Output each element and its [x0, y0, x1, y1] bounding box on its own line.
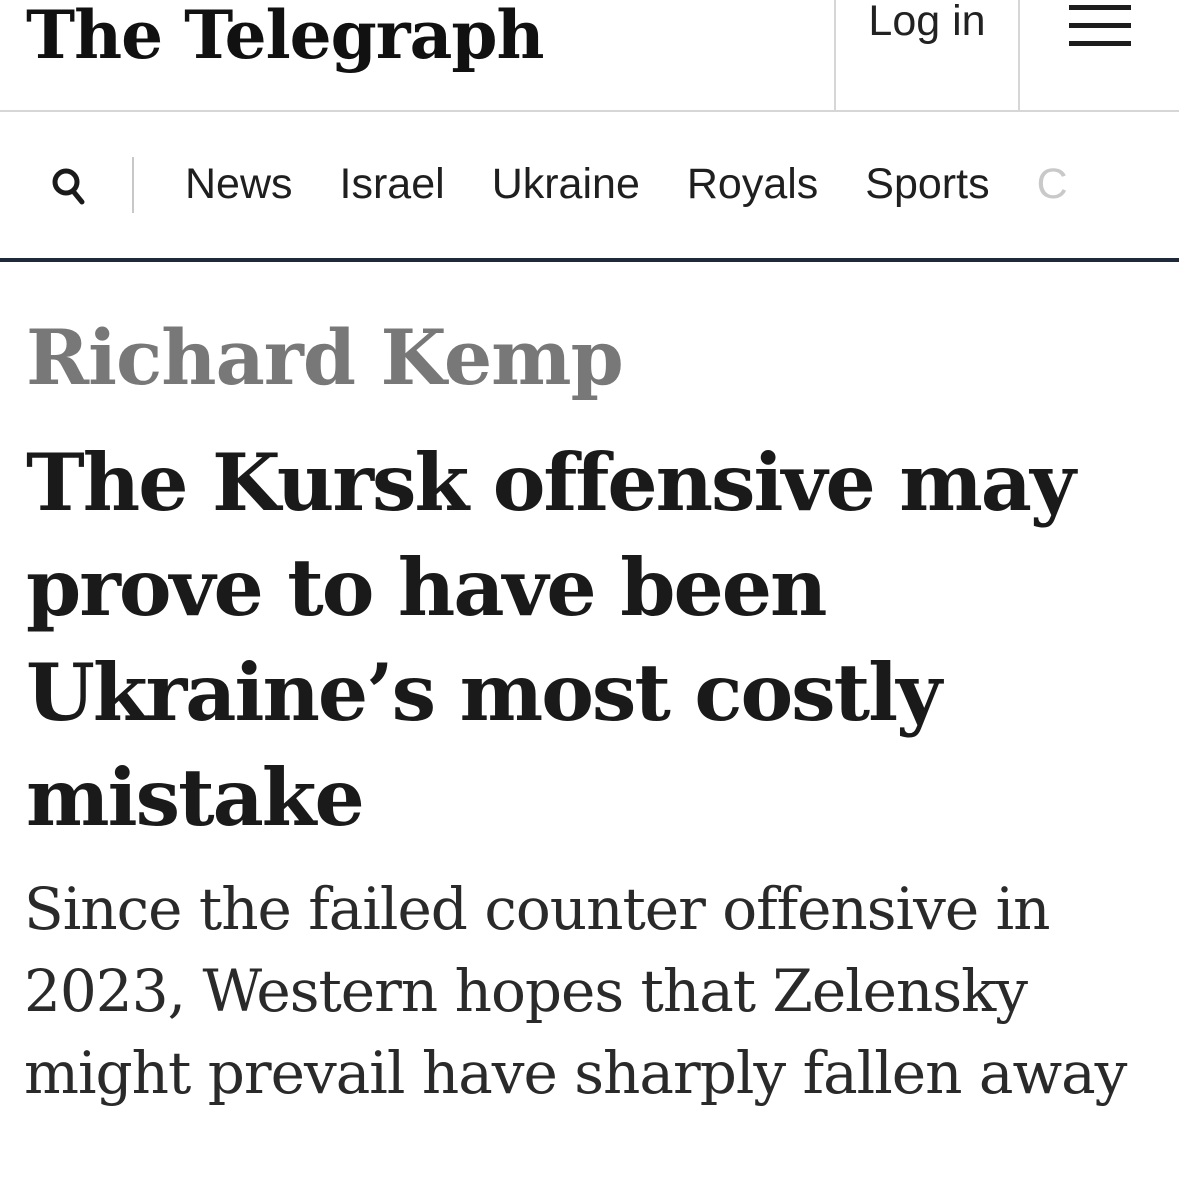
search-icon[interactable]	[48, 166, 88, 206]
nav-list: News Israel Ukraine Royals Sports C	[185, 156, 1115, 212]
article-standfirst: Since the failed counter offensive in 20…	[24, 875, 1127, 1107]
menu-button[interactable]	[1020, 0, 1179, 110]
login-button[interactable]: Log in	[834, 0, 1020, 110]
nav-item-israel[interactable]: Israel	[340, 156, 445, 212]
section-nav: News Israel Ukraine Royals Sports C	[0, 112, 1179, 262]
masthead: The Telegraph Log in	[0, 0, 1179, 112]
telegraph-logo[interactable]: The Telegraph	[26, 2, 544, 68]
nav-item-ukraine[interactable]: Ukraine	[492, 156, 640, 212]
nav-item-truncated[interactable]: C	[1037, 156, 1068, 212]
author-name[interactable]: Richard Kemp	[26, 318, 624, 398]
nav-divider	[132, 157, 134, 213]
hamburger-menu-icon	[1069, 5, 1131, 47]
article-headline: The Kursk offensive may prove to have be…	[26, 436, 1076, 844]
nav-item-royals[interactable]: Royals	[687, 156, 818, 212]
login-label: Log in	[868, 0, 986, 45]
nav-item-news[interactable]: News	[185, 156, 293, 212]
nav-item-sports[interactable]: Sports	[865, 156, 989, 212]
